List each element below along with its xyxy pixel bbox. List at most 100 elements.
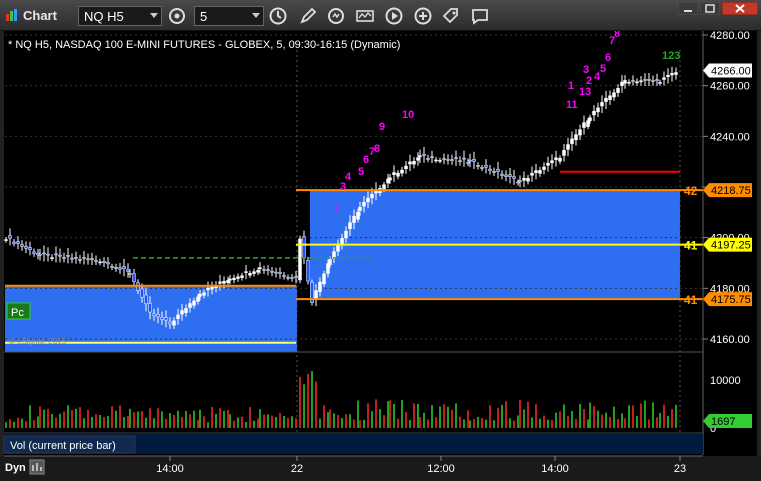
link-icon[interactable] xyxy=(413,6,433,26)
tag-icon[interactable] xyxy=(441,6,461,26)
minimize-button[interactable] xyxy=(678,2,698,15)
settings-gear-icon[interactable] xyxy=(167,6,187,26)
candle-body xyxy=(472,159,476,162)
candle-body xyxy=(438,160,442,162)
candle-body xyxy=(516,181,520,184)
td-count-label: 11 xyxy=(566,99,578,111)
td-count-label: 10 xyxy=(402,109,414,121)
time-axis-bg xyxy=(0,456,761,481)
level-label: 41 xyxy=(684,293,698,307)
chart[interactable]: 424141 134 5678910111132345678123 4160.00… xyxy=(0,31,761,481)
candle-body xyxy=(322,273,326,285)
candle-body xyxy=(508,174,512,177)
candle-body xyxy=(196,296,200,302)
candle-body xyxy=(74,257,78,259)
comment-icon[interactable] xyxy=(470,6,490,26)
candle-body xyxy=(574,134,578,141)
candle-body xyxy=(592,110,596,116)
candle-body xyxy=(578,129,582,136)
candle-body xyxy=(198,293,202,297)
candle-body xyxy=(392,172,396,175)
interval-input[interactable]: 5 xyxy=(194,6,264,26)
refresh-icon[interactable] xyxy=(326,6,346,26)
candle-body xyxy=(94,259,98,262)
level-label: 42 xyxy=(684,184,698,198)
candle-body xyxy=(4,239,8,241)
candle-body xyxy=(620,81,624,86)
time-tick-label: 14:00 xyxy=(156,463,184,475)
candle-body xyxy=(106,261,110,265)
candle-body xyxy=(631,80,635,82)
candle-body xyxy=(58,254,62,257)
candle-body xyxy=(252,271,256,274)
candle-body xyxy=(643,79,647,81)
candle-body xyxy=(492,170,496,173)
candle-body xyxy=(98,261,102,264)
candle-body xyxy=(418,155,422,158)
candle-body xyxy=(24,245,28,249)
candle-body xyxy=(168,321,172,325)
candle-body xyxy=(356,211,360,220)
candle-body xyxy=(658,82,662,84)
candle-body xyxy=(258,267,262,269)
candle-body xyxy=(156,314,160,317)
candle-body xyxy=(302,236,306,259)
candle-body xyxy=(627,81,631,84)
time-tick-label: 22 xyxy=(291,463,303,475)
candle-body xyxy=(488,168,492,171)
candle-body xyxy=(140,288,144,298)
candle-body xyxy=(550,160,554,164)
candle-body xyxy=(188,303,192,308)
study-icon[interactable] xyxy=(355,6,375,26)
candle-body xyxy=(382,184,386,190)
candle-body xyxy=(28,247,32,250)
time-tick-label: 12:00 xyxy=(427,463,455,475)
price-tick-label: 4260.00 xyxy=(710,81,750,93)
symbol-value: NQ H5 xyxy=(84,9,124,24)
candle-body xyxy=(240,275,244,278)
candle-body xyxy=(114,266,118,269)
td-count-label: 1 xyxy=(568,80,574,92)
volume-tick-label: 10000 xyxy=(710,375,741,387)
close-button[interactable] xyxy=(722,2,758,15)
candle-body xyxy=(430,156,434,158)
maximize-button[interactable] xyxy=(700,2,720,15)
candle-body xyxy=(226,280,230,283)
clock-icon[interactable] xyxy=(268,6,288,26)
candle-body xyxy=(358,206,362,211)
play-icon[interactable] xyxy=(384,6,404,26)
candle-body xyxy=(370,193,374,199)
candle-body xyxy=(458,160,462,162)
volume-badge-text: 1697 xyxy=(711,416,735,428)
pencil-icon[interactable] xyxy=(298,6,318,26)
chevron-down-icon[interactable] xyxy=(252,13,260,18)
candle-body xyxy=(90,258,94,260)
candle-body xyxy=(500,173,504,176)
symbol-input[interactable]: NQ H5 xyxy=(78,6,162,26)
candle-body xyxy=(344,230,348,239)
candle-body xyxy=(202,292,206,296)
candle-body xyxy=(416,157,420,161)
candle-body xyxy=(446,159,450,161)
candle-body xyxy=(454,157,458,159)
candle-body xyxy=(512,176,516,179)
candle-body xyxy=(306,260,310,282)
candle-body xyxy=(468,159,472,162)
candle-body xyxy=(348,222,352,229)
candle-body xyxy=(286,276,290,279)
candle-body xyxy=(635,81,639,84)
candle-body xyxy=(122,266,126,270)
candle-body xyxy=(8,235,12,239)
candle-body xyxy=(206,287,210,291)
candle-body xyxy=(600,102,604,107)
candle-body xyxy=(232,277,236,281)
candle-body xyxy=(526,177,530,182)
price-badge-text: 4266.00 xyxy=(711,65,751,77)
candle-body xyxy=(172,320,176,326)
time-tick-label: 14:00 xyxy=(541,463,569,475)
chevron-down-icon[interactable] xyxy=(150,13,158,18)
candle-body xyxy=(294,276,298,279)
td-count-label: 8 xyxy=(374,143,380,155)
candle-body xyxy=(326,263,330,274)
candle-body xyxy=(160,316,164,320)
